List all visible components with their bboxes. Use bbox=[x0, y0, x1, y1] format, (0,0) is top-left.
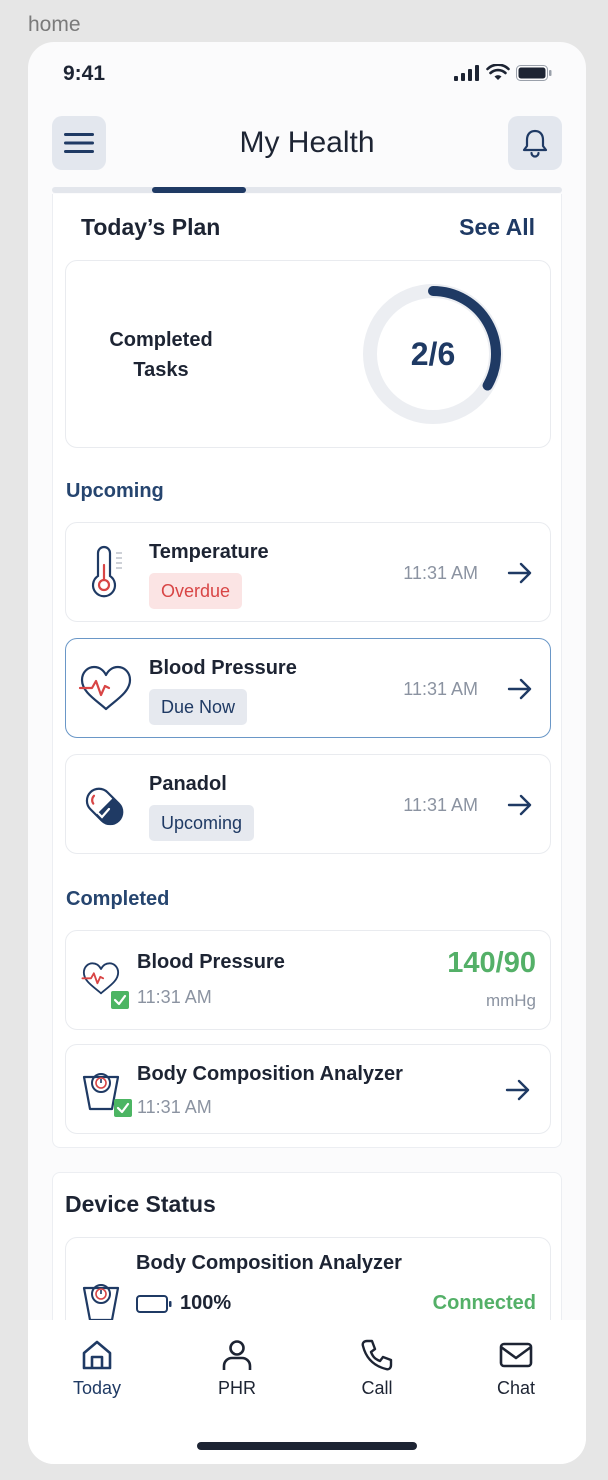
task-time: 11:31 AM bbox=[403, 795, 478, 815]
tab-label: Call bbox=[361, 1378, 393, 1398]
scroll-thumb[interactable] bbox=[152, 187, 246, 193]
notifications-button[interactable] bbox=[508, 116, 562, 170]
arrow-right-icon[interactable] bbox=[504, 1076, 532, 1104]
upcoming-item-temperature[interactable]: Temperature Overdue 11:31 AM bbox=[65, 522, 551, 622]
phone-screen: 9:41 My Health Today’s Plan See All Comp… bbox=[28, 42, 586, 1464]
check-icon bbox=[114, 1099, 132, 1117]
reading-unit: mmHg bbox=[485, 991, 536, 1010]
page-title: My Health bbox=[239, 126, 375, 159]
completed-tasks-label-line1: Completed bbox=[109, 329, 213, 351]
phone-icon bbox=[361, 1339, 393, 1371]
completed-heading: Completed bbox=[66, 888, 170, 910]
tab-label: Chat bbox=[496, 1378, 536, 1398]
home-icon bbox=[82, 1340, 112, 1370]
battery-icon bbox=[516, 64, 552, 81]
tab-label: PHR bbox=[217, 1378, 256, 1398]
status-icons bbox=[454, 64, 552, 81]
tab-chat[interactable]: Chat bbox=[471, 1338, 561, 1399]
tab-today[interactable]: Today bbox=[52, 1338, 142, 1399]
arrow-right-icon[interactable] bbox=[506, 559, 534, 587]
tab-call[interactable]: Call bbox=[332, 1338, 422, 1399]
scale-icon bbox=[82, 1284, 120, 1322]
completed-item-body-composition[interactable]: Body Composition Analyzer 11:31 AM bbox=[65, 1044, 551, 1134]
todays-plan-heading: Today’s Plan bbox=[81, 214, 221, 240]
device-battery-value: 100% bbox=[180, 1292, 232, 1314]
task-name: Temperature bbox=[149, 541, 269, 563]
mail-icon bbox=[499, 1342, 533, 1368]
check-icon bbox=[111, 991, 129, 1009]
bell-icon bbox=[522, 129, 548, 158]
completed-time: 11:31 AM bbox=[137, 1097, 212, 1117]
completed-tasks-label-line2: Tasks bbox=[133, 359, 189, 381]
wifi-icon bbox=[486, 64, 510, 80]
status-time: 9:41 bbox=[63, 62, 106, 85]
scroll-track[interactable] bbox=[52, 187, 562, 193]
status-badge: Overdue bbox=[149, 573, 243, 609]
arrow-right-icon[interactable] bbox=[506, 675, 534, 703]
upcoming-heading: Upcoming bbox=[66, 480, 164, 502]
arrow-right-icon[interactable] bbox=[506, 791, 534, 819]
completed-name: Blood Pressure bbox=[137, 951, 285, 973]
pill-icon bbox=[85, 787, 124, 826]
task-time: 11:31 AM bbox=[403, 563, 478, 583]
task-name: Panadol bbox=[149, 773, 227, 795]
device-battery: 100% bbox=[136, 1292, 231, 1315]
upcoming-item-panadol[interactable]: Panadol Upcoming 11:31 AM bbox=[65, 754, 551, 854]
reading-value: 140/90 bbox=[447, 947, 536, 979]
tab-label: Today bbox=[72, 1378, 122, 1398]
device-status-heading: Device Status bbox=[65, 1191, 216, 1217]
battery-icon bbox=[136, 1294, 172, 1313]
see-all-link[interactable]: See All bbox=[459, 214, 535, 241]
device-connection-status: Connected bbox=[432, 1292, 536, 1314]
device-name: Body Composition Analyzer bbox=[136, 1252, 402, 1274]
upcoming-item-blood-pressure[interactable]: Blood Pressure Due Now 11:31 AM bbox=[65, 638, 551, 738]
home-indicator[interactable] bbox=[197, 1442, 417, 1450]
completed-time: 11:31 AM bbox=[137, 987, 212, 1007]
heart-pulse-icon bbox=[78, 665, 132, 711]
task-time: 11:31 AM bbox=[403, 679, 478, 699]
todays-plan-panel: Today’s Plan See All Completed Tasks 2/6… bbox=[52, 194, 562, 1148]
frame-label: home bbox=[28, 13, 81, 36]
status-badge: Upcoming bbox=[149, 805, 255, 841]
completed-item-blood-pressure[interactable]: Blood Pressure 11:31 AM 140/90 mmHg bbox=[65, 930, 551, 1030]
thermometer-icon bbox=[91, 545, 122, 598]
person-icon bbox=[222, 1340, 252, 1370]
progress-value: 2/6 bbox=[410, 335, 456, 372]
completed-name: Body Composition Analyzer bbox=[137, 1063, 403, 1085]
signal-icon bbox=[454, 64, 479, 81]
completed-tasks-label: Completed Tasks bbox=[96, 325, 226, 385]
status-badge: Due Now bbox=[149, 689, 248, 725]
status-bar: 9:41 bbox=[28, 42, 586, 106]
task-name: Blood Pressure bbox=[149, 657, 297, 679]
completed-tasks-card: Completed Tasks 2/6 bbox=[65, 260, 551, 448]
tab-phr[interactable]: PHR bbox=[192, 1338, 282, 1399]
